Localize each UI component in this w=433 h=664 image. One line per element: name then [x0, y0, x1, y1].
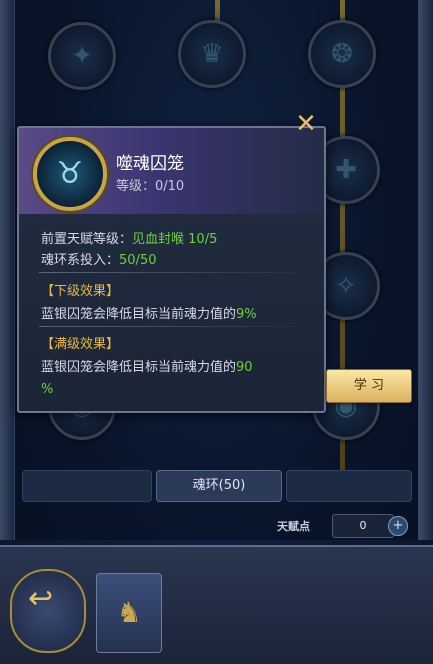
footer-bar: ↩ ♞	[0, 545, 433, 664]
beast-silhouette-icon: ♉	[56, 156, 84, 191]
max-effect-text: 蓝银囚笼会降低目标当前魂力值的	[41, 360, 237, 375]
talent-screen: ✦ ♛ ❂ ✚ ✧ ◉ ◉ 魂环(50) 天赋点 0 + ↩ ♞ ♉ 噬魂囚笼	[0, 0, 433, 664]
talent-points-row: 天赋点 0 +	[22, 514, 412, 540]
back-button[interactable]: ↩	[10, 569, 86, 653]
talent-points-label: 天赋点	[277, 520, 310, 533]
max-effect-value: 90	[236, 360, 253, 375]
investment-label: 魂环系投入：	[41, 253, 120, 268]
prereq-line: 前置天赋等级：见血封喉 10/5	[41, 228, 217, 247]
soul-cage-icon: ♉	[33, 137, 107, 211]
tab-bar: 魂环(50)	[22, 470, 412, 502]
right-frame	[418, 0, 433, 540]
max-level-header: 【满级效果】	[41, 337, 120, 352]
popup-header: ♉ 噬魂囚笼 等级：0/10	[19, 128, 324, 214]
tab-soul-ring[interactable]: 魂环(50)	[156, 470, 282, 502]
prereq-label: 前置天赋等级：	[41, 232, 133, 247]
divider	[39, 326, 297, 327]
tab-left[interactable]	[22, 470, 152, 502]
tab-soul-ring-label: 魂环(50)	[192, 478, 246, 493]
prereq-value: 见血封喉 10/5	[132, 232, 218, 247]
next-level-effect: 蓝银囚笼会降低目标当前魂力值的9%	[41, 303, 257, 322]
investment-value: 50/50	[119, 253, 157, 268]
next-effect-text: 蓝银囚笼会降低目标当前魂力值的	[41, 307, 237, 322]
talent-popup: ♉ 噬魂囚笼 等级：0/10 前置天赋等级：见血封喉 10/5 魂环系投入：50…	[17, 126, 326, 413]
close-icon[interactable]: ✕	[293, 111, 319, 137]
max-level-effect: 蓝银囚笼会降低目标当前魂力值的90	[41, 356, 253, 375]
investment-line: 魂环系投入：50/50	[41, 249, 156, 268]
tab-right[interactable]	[286, 470, 412, 502]
next-effect-value: 9%	[236, 307, 257, 322]
character-slot[interactable]: ♞	[96, 573, 162, 653]
learn-button[interactable]: 学 习	[326, 369, 412, 403]
character-icon: ♞	[116, 596, 142, 629]
max-effect-overflow: %	[41, 382, 53, 397]
add-talent-points-icon[interactable]: +	[388, 516, 408, 536]
next-level-header: 【下级效果】	[41, 284, 120, 299]
return-arrow-icon: ↩	[28, 581, 54, 616]
popup-title: 噬魂囚笼	[116, 154, 184, 174]
left-frame	[0, 0, 15, 540]
popup-level: 等级：0/10	[116, 179, 185, 194]
divider	[39, 272, 297, 273]
talent-points-value: 0	[332, 514, 394, 538]
max-effect-percent: %	[41, 382, 54, 397]
